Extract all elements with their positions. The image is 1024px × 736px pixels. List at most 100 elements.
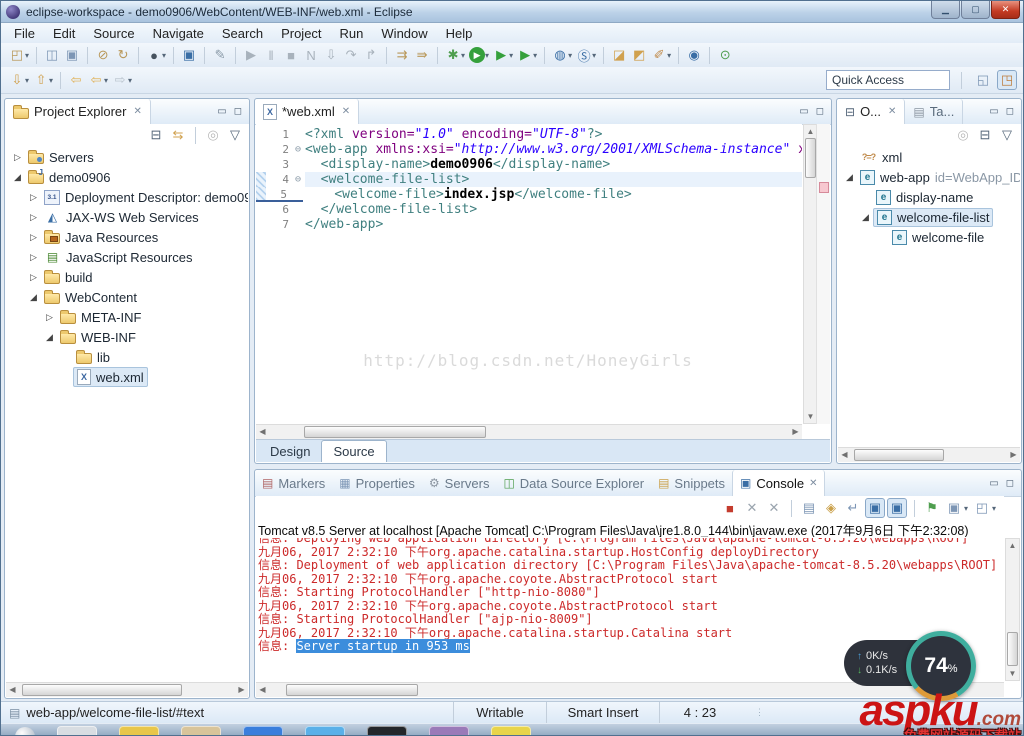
pin-console-icon[interactable]: ⚑ — [922, 498, 942, 518]
twisty-icon[interactable]: ◢ — [10, 172, 25, 183]
menu-help[interactable]: Help — [437, 24, 482, 43]
editor-vscrollbar[interactable]: ▲ ▼ — [803, 124, 817, 424]
export-icon[interactable]: ◩ — [629, 45, 649, 65]
code-line-4[interactable]: 4 ⊖ <welcome-file-list> — [256, 172, 802, 187]
disconnect-icon[interactable]: N — [301, 45, 321, 65]
scroll-right-icon[interactable]: ▶ — [789, 425, 802, 438]
show-on-stdout-icon[interactable]: ▣ — [864, 498, 885, 518]
tree-item-jax-ws-web-services[interactable]: ▷ ◭ JAX-WS Web Services — [6, 207, 248, 227]
scroll-thumb[interactable] — [854, 449, 944, 461]
taskbar-app-icon[interactable] — [119, 726, 159, 735]
highlighter-pen-dropdown-icon[interactable]: ▾ — [667, 51, 671, 60]
minimize-view-icon[interactable]: ▭ — [989, 478, 998, 489]
step-return-icon[interactable]: ↱ — [361, 45, 381, 65]
link-with-editor-icon[interactable]: ⇆ — [168, 125, 188, 145]
tab-source[interactable]: Source — [321, 440, 387, 462]
code-text[interactable]: <welcome-file>index.jsp</welcome-file> — [303, 187, 802, 202]
scroll-left-icon[interactable]: ◀ — [838, 448, 851, 461]
tab-servers[interactable]: ⚙ Servers — [422, 470, 497, 496]
focus-on-active-task-icon[interactable]: ◎ — [203, 125, 223, 145]
next-annotation-dropdown-icon[interactable]: ▾ — [25, 76, 29, 85]
outline-hscrollbar[interactable]: ◀ ▶ — [838, 447, 1020, 462]
terminate-server-icon[interactable]: ■ — [720, 498, 740, 518]
close-icon[interactable]: ✕ — [888, 106, 896, 117]
run-last-tool-icon[interactable]: ⇉ — [392, 45, 412, 65]
remove-launch-icon[interactable]: ✕ — [742, 498, 762, 518]
user-account-dropdown-icon[interactable]: ▾ — [162, 51, 166, 60]
maximize-view-icon[interactable]: ◻ — [234, 106, 242, 117]
tree-item-display-name[interactable]: e display-name — [838, 187, 1020, 207]
external-tools-icon[interactable]: ⇛ — [412, 45, 432, 65]
tree-item-webcontent[interactable]: ◢ WebContent — [6, 287, 248, 307]
remove-all-terminated-icon[interactable]: ✕ — [764, 498, 784, 518]
scroll-thumb[interactable] — [304, 426, 486, 438]
overview-ruler[interactable] — [816, 124, 830, 424]
profile-dropdown-icon[interactable]: ▾ — [533, 51, 537, 60]
scroll-left-icon[interactable]: ◀ — [256, 425, 269, 438]
fold-collapse-icon[interactable]: ⊖ — [291, 172, 305, 187]
forward-dropdown-icon[interactable]: ▾ — [128, 76, 132, 85]
code-text[interactable]: </welcome-file-list> — [305, 202, 802, 217]
code-line-1[interactable]: 1 <?xml version="1.0" encoding="UTF-8"?> — [256, 127, 802, 142]
java-ee-perspective-icon[interactable]: ◳ — [997, 70, 1017, 90]
tree-item-demo0906[interactable]: ◢ demo0906 — [6, 167, 248, 187]
highlighter-pen-icon[interactable]: ✐ — [649, 45, 669, 65]
twisty-icon[interactable]: ▷ — [42, 312, 57, 323]
menu-window[interactable]: Window — [372, 24, 436, 43]
new-web-service-dropdown-icon[interactable]: ▾ — [568, 51, 572, 60]
twisty-icon[interactable]: ▷ — [10, 152, 25, 163]
tab-outline[interactable]: ⊟ O... ✕ — [837, 99, 906, 124]
speed-monitor-widget[interactable]: ↑ 0K/s ↓ 0.1K/s 74 % — [844, 631, 1023, 705]
twisty-icon[interactable]: ▷ — [26, 232, 41, 243]
forward-icon[interactable]: ⇨ — [110, 70, 130, 90]
tree-item-javascript-resources[interactable]: ▷ ▤ JavaScript Resources — [6, 247, 248, 267]
skip-all-breakpoints-icon[interactable]: ⊘ — [93, 45, 113, 65]
tab-tasks[interactable]: ▤ Ta... — [905, 99, 964, 124]
build-all-icon[interactable]: ↻ — [113, 45, 133, 65]
twisty-icon[interactable]: ▷ — [26, 212, 41, 223]
tree-item-welcome-file[interactable]: e welcome-file — [838, 227, 1020, 247]
menu-file[interactable]: File — [5, 24, 44, 43]
web-service-explorer-icon[interactable]: Ⓢ — [574, 45, 594, 65]
twisty-icon[interactable]: ◢ — [858, 212, 873, 223]
save-icon[interactable]: ◫ — [42, 45, 62, 65]
twisty-icon[interactable]: ◢ — [842, 172, 857, 183]
tab-design[interactable]: Design — [259, 441, 321, 462]
view-menu-icon[interactable]: ▽ — [225, 125, 245, 145]
search-icon[interactable]: ⊙ — [715, 45, 735, 65]
tree-item-build[interactable]: ▷ build — [6, 267, 248, 287]
tab-snippets[interactable]: ▤ Snippets — [651, 470, 732, 496]
open-web-browser-icon[interactable]: ◉ — [684, 45, 704, 65]
twisty-icon[interactable]: ◢ — [26, 292, 41, 303]
clear-console-icon[interactable]: ▤ — [799, 498, 819, 518]
close-window-icon[interactable]: ✕ — [991, 1, 1020, 19]
close-icon[interactable]: ✕ — [809, 478, 817, 489]
scroll-thumb[interactable] — [286, 684, 418, 696]
code-lines[interactable]: 1 <?xml version="1.0" encoding="UTF-8"?> 2… — [256, 124, 802, 424]
annotation-marker[interactable] — [819, 182, 829, 193]
close-icon[interactable]: ✕ — [133, 106, 141, 117]
tree-item-xml[interactable]: ?=? xml — [838, 147, 1020, 167]
open-console-view-icon[interactable]: ▣ — [179, 45, 199, 65]
back-dropdown-icon[interactable]: ▾ — [104, 76, 108, 85]
new-wizard-icon[interactable]: ◰ — [7, 45, 27, 65]
tree-item-web-inf[interactable]: ◢ WEB-INF — [6, 327, 248, 347]
tab-data-source-explorer[interactable]: ◫ Data Source Explorer — [496, 470, 651, 496]
tree-item-java-resources[interactable]: ▷ Java Resources — [6, 227, 248, 247]
menu-search[interactable]: Search — [213, 24, 272, 43]
maximize-view-icon[interactable]: ◻ — [1006, 478, 1014, 489]
menu-edit[interactable]: Edit — [44, 24, 84, 43]
minimize-view-icon[interactable]: ▭ — [799, 106, 808, 117]
tab-markers[interactable]: ▤ Markers — [255, 470, 332, 496]
twisty-icon[interactable]: ◢ — [42, 332, 57, 343]
scroll-left-icon[interactable]: ◀ — [6, 683, 19, 696]
import-icon[interactable]: ◪ — [609, 45, 629, 65]
step-over-icon[interactable]: ↷ — [341, 45, 361, 65]
resume-icon[interactable]: ▶ — [241, 45, 261, 65]
tree-item-web-app[interactable]: ◢ e web-app id=WebApp_ID — [838, 167, 1020, 187]
tab-web-xml[interactable]: X *web.xml ✕ — [255, 99, 360, 124]
focus-icon[interactable]: ◎ — [953, 125, 973, 145]
web-service-explorer-dropdown-icon[interactable]: ▾ — [592, 51, 596, 60]
scroll-right-icon[interactable]: ▶ — [1007, 448, 1020, 461]
view-menu-icon[interactable]: ▽ — [997, 125, 1017, 145]
